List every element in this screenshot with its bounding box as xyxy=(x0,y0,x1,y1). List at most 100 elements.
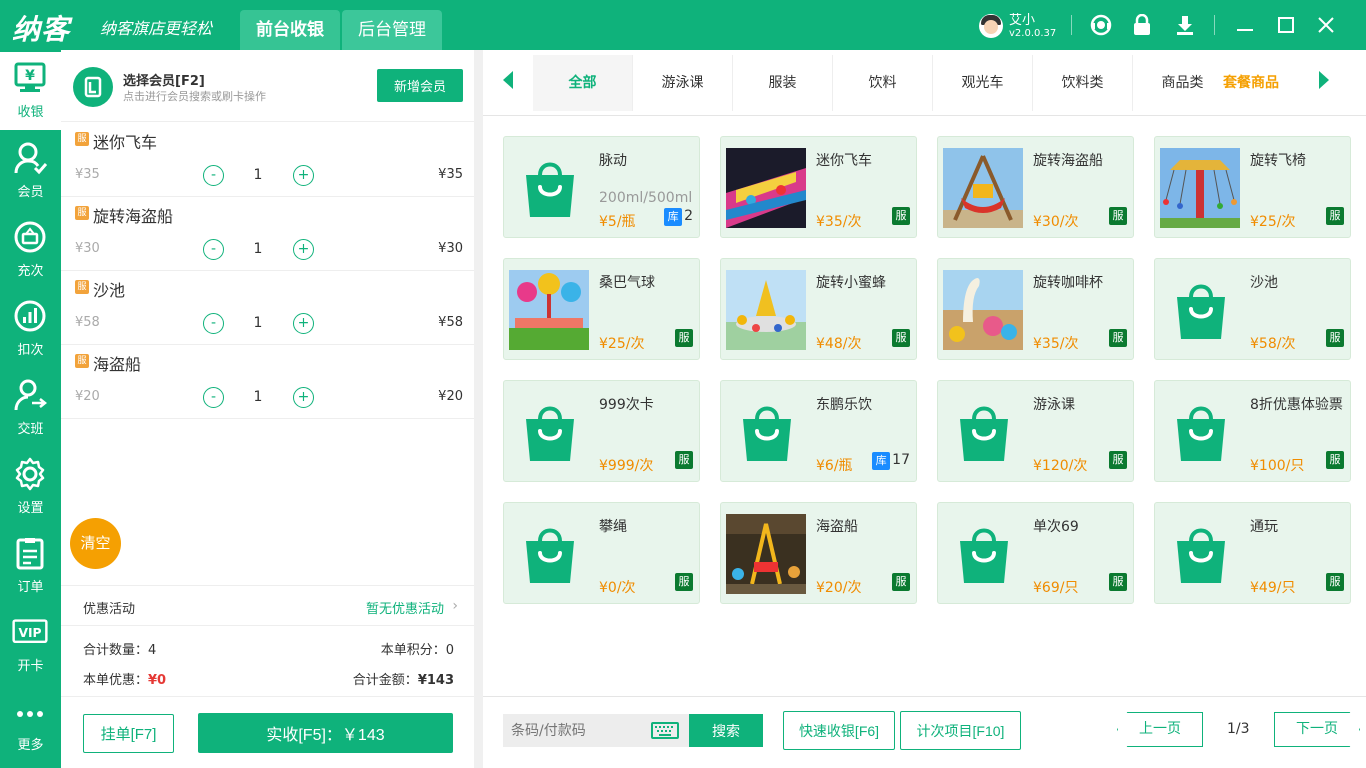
category-prev-arrow-icon[interactable] xyxy=(503,71,513,89)
product-card[interactable]: 旋转海盗船 ¥30/次 服 xyxy=(937,136,1134,238)
member-title: 选择会员[F2] xyxy=(123,74,205,89)
shopping-bag-icon xyxy=(956,403,1012,463)
sidebar-item-more[interactable]: 更多 xyxy=(0,685,61,763)
product-image xyxy=(943,270,1023,350)
category-tab[interactable]: 套餐商品 xyxy=(1214,55,1284,111)
chevron-right-icon: › xyxy=(452,598,458,614)
page-indicator: 1/3 xyxy=(1227,721,1250,737)
download-icon[interactable] xyxy=(1173,13,1197,37)
service-tag: 服 xyxy=(75,132,89,146)
tab-front-cashier[interactable]: 前台收银 xyxy=(240,10,340,50)
product-card[interactable]: 攀绳 ¥0/次 服 xyxy=(503,502,700,604)
sidebar-item-recharge[interactable]: 充次 xyxy=(0,211,61,289)
product-area: 全部 游泳课 服装 饮料 观光车 饮料类 商品类 套餐商品 脉动 200ml/50… xyxy=(483,50,1366,768)
product-image xyxy=(1160,148,1240,228)
product-name: 游泳课 xyxy=(1033,397,1075,413)
product-name: 攀绳 xyxy=(599,519,627,535)
product-card[interactable]: 东鹏乐饮 ¥6/瓶 库 17 xyxy=(720,380,917,482)
product-card[interactable]: 旋转飞椅 ¥25/次 服 xyxy=(1154,136,1351,238)
product-name: 桑巴气球 xyxy=(599,275,655,291)
add-member-button[interactable]: 新增会员 xyxy=(377,69,463,102)
checkout-button[interactable]: 实收[F5]：￥143 xyxy=(198,713,453,753)
product-price: ¥48/次 xyxy=(816,336,862,352)
product-price: ¥25/次 xyxy=(1250,214,1296,230)
product-card[interactable]: 海盗船 ¥20/次 服 xyxy=(720,502,917,604)
product-price: ¥69/只 xyxy=(1033,580,1079,596)
category-tab[interactable]: 服装 xyxy=(733,55,833,111)
product-price: ¥999/次 xyxy=(599,458,654,474)
cart-item-unit-price: ¥30 xyxy=(75,241,100,256)
promotion-selector[interactable]: 优惠活动 暂无优惠活动 › xyxy=(61,585,474,626)
shift-icon xyxy=(12,377,48,413)
sidebar-item-settings[interactable]: 设置 xyxy=(0,448,61,526)
category-tab[interactable]: 全部 xyxy=(533,55,633,111)
qty-decrease-button[interactable]: - xyxy=(203,313,224,334)
product-spec: 200ml/500ml xyxy=(599,190,693,206)
product-card[interactable]: 游泳课 ¥120/次 服 xyxy=(937,380,1134,482)
product-card[interactable]: 桑巴气球 ¥25/次 服 xyxy=(503,258,700,360)
category-tab[interactable]: 饮料类 xyxy=(1033,55,1133,111)
product-name: 脉动 xyxy=(599,153,627,169)
member-selector[interactable]: 选择会员[F2] 点击进行会员搜索或刷卡操作 新增会员 xyxy=(61,50,474,122)
sidebar-item-orders[interactable]: 订单 xyxy=(0,527,61,605)
product-card[interactable]: 脉动 200ml/500ml ¥5/瓶 库 2 xyxy=(503,136,700,238)
product-card[interactable]: 通玩 ¥49/只 服 xyxy=(1154,502,1351,604)
stock-value: 2 xyxy=(684,208,693,224)
category-tab[interactable]: 观光车 xyxy=(933,55,1033,111)
qty-decrease-button[interactable]: - xyxy=(203,387,224,408)
product-name: 东鹏乐饮 xyxy=(816,397,872,413)
sidebar-item-shift[interactable]: 交班 xyxy=(0,369,61,447)
count-items-button[interactable]: 计次项目[F10] xyxy=(900,711,1021,750)
bottom-toolbar: 搜索 快速收银[F6] 计次项目[F10] 上一页 1/3 下一页 xyxy=(483,696,1366,768)
product-name: 999次卡 xyxy=(599,397,654,413)
service-tag: 服 xyxy=(75,206,89,220)
prev-page-button[interactable]: 上一页 xyxy=(1117,712,1203,747)
app-logo: 纳客 xyxy=(12,13,71,46)
qty-increase-button[interactable]: + xyxy=(293,165,314,186)
next-page-button[interactable]: 下一页 xyxy=(1274,712,1360,747)
user-avatar[interactable] xyxy=(979,14,1003,38)
hold-order-button[interactable]: 挂单[F7] xyxy=(83,714,174,753)
sidebar-item-open-card[interactable]: VIP 开卡 xyxy=(0,606,61,684)
product-card[interactable]: 单次69 ¥69/只 服 xyxy=(937,502,1134,604)
qty-decrease-button[interactable]: - xyxy=(203,239,224,260)
category-tab[interactable]: 饮料 xyxy=(833,55,933,111)
product-name: 旋转飞椅 xyxy=(1250,153,1306,169)
cart-panel: 选择会员[F2] 点击进行会员搜索或刷卡操作 新增会员 服 迷你飞车 ¥35 -… xyxy=(61,50,474,768)
product-card[interactable]: 沙池 ¥58/次 服 xyxy=(1154,258,1351,360)
sidebar-item-label: 订单 xyxy=(17,580,44,595)
qty-increase-button[interactable]: + xyxy=(293,313,314,334)
close-icon[interactable] xyxy=(1314,13,1338,37)
product-name: 旋转咖啡杯 xyxy=(1033,275,1103,291)
sidebar-item-label: 收银 xyxy=(17,105,44,120)
tab-back-office[interactable]: 后台管理 xyxy=(342,10,442,50)
qty-increase-button[interactable]: + xyxy=(293,239,314,260)
search-button[interactable]: 搜索 xyxy=(689,714,763,747)
lock-icon[interactable] xyxy=(1130,13,1154,37)
product-price: ¥20/次 xyxy=(816,580,862,596)
qty-decrease-button[interactable]: - xyxy=(203,165,224,186)
service-badge: 服 xyxy=(1109,329,1127,347)
qty-increase-button[interactable]: + xyxy=(293,387,314,408)
maximize-icon[interactable] xyxy=(1274,13,1298,37)
category-tab[interactable]: 游泳课 xyxy=(633,55,733,111)
sidebar-item-member[interactable]: 会员 xyxy=(0,132,61,210)
category-next-arrow-icon[interactable] xyxy=(1319,71,1329,89)
product-card[interactable]: 999次卡 ¥999/次 服 xyxy=(503,380,700,482)
quick-checkout-button[interactable]: 快速收银[F6] xyxy=(783,711,895,750)
cart-item-total: ¥30 xyxy=(438,241,463,256)
keyboard-icon[interactable] xyxy=(651,722,679,739)
clear-cart-button[interactable]: 清空 xyxy=(70,518,121,569)
product-price: ¥35/次 xyxy=(1033,336,1079,352)
cart-item-unit-price: ¥20 xyxy=(75,389,100,404)
sidebar-item-cashier[interactable]: ¥ 收银 xyxy=(0,52,61,130)
minimize-icon[interactable] xyxy=(1233,13,1257,37)
product-card[interactable]: 8折优惠体验票 ¥100/只 服 xyxy=(1154,380,1351,482)
support-icon[interactable] xyxy=(1089,13,1113,37)
product-image xyxy=(726,514,806,594)
product-card[interactable]: 迷你飞车 ¥35/次 服 xyxy=(720,136,917,238)
product-card[interactable]: 旋转咖啡杯 ¥35/次 服 xyxy=(937,258,1134,360)
sidebar-item-deduct[interactable]: 扣次 xyxy=(0,290,61,368)
product-card[interactable]: 旋转小蜜蜂 ¥48/次 服 xyxy=(720,258,917,360)
svg-text:¥: ¥ xyxy=(25,68,35,84)
